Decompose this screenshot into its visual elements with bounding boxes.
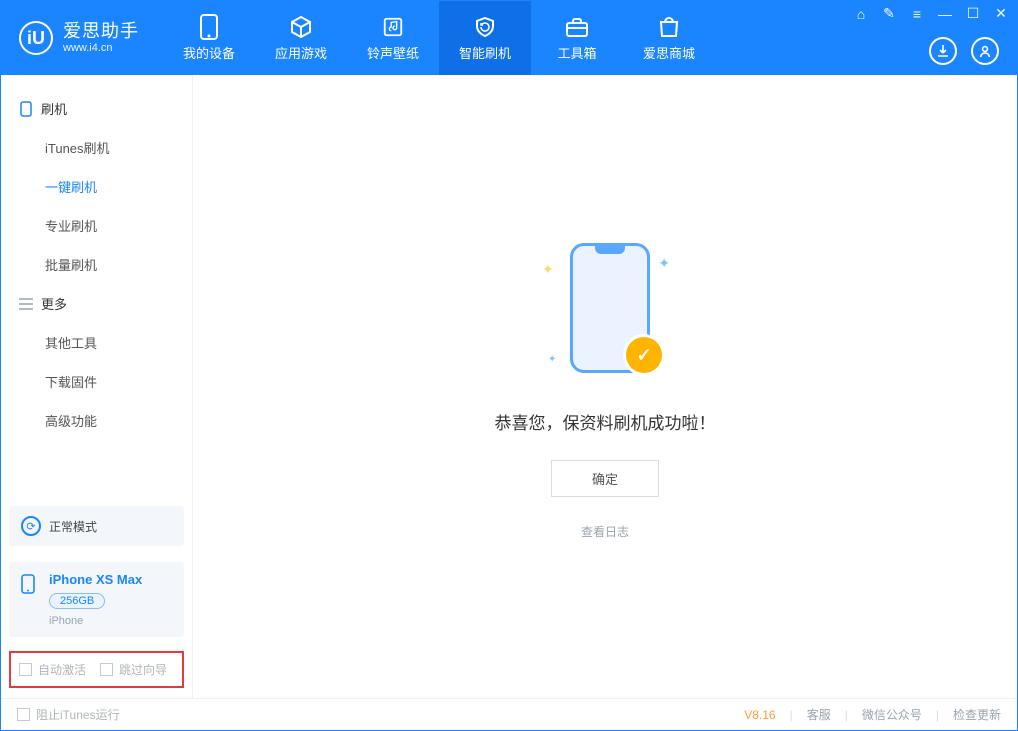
checkbox-label: 跳过向导	[119, 663, 167, 677]
success-message: 恭喜您，保资料刷机成功啦！	[495, 409, 716, 434]
success-check-icon: ✓	[626, 337, 662, 373]
titlebar: iU 爱思助手 www.i4.cn 我的设备 应用游戏	[1, 1, 1017, 75]
device-capacity: 256GB	[49, 593, 105, 609]
refresh-shield-icon	[473, 15, 497, 39]
sidebar-item-itunes-flash[interactable]: iTunes刷机	[1, 128, 192, 167]
mode-label: 正常模式	[49, 518, 97, 535]
brand-subtitle: www.i4.cn	[63, 42, 139, 54]
view-log-link[interactable]: 查看日志	[581, 523, 629, 540]
sidebar-item-download-firmware[interactable]: 下载固件	[1, 362, 192, 401]
checkbox-icon	[19, 663, 32, 676]
ok-button[interactable]: 确定	[551, 460, 659, 497]
maximize-button[interactable]: ☐	[965, 5, 981, 22]
tab-smart-flash[interactable]: 智能刷机	[439, 1, 531, 75]
tab-apps-games[interactable]: 应用游戏	[255, 1, 347, 75]
download-icon	[936, 44, 950, 58]
mode-card[interactable]: ⟳ 正常模式	[9, 506, 184, 546]
mode-icon: ⟳	[21, 516, 41, 536]
checkbox-icon	[17, 708, 30, 721]
separator: |	[845, 708, 848, 722]
body: 刷机 iTunes刷机 一键刷机 专业刷机 批量刷机 更多 其他工具 下载固件 …	[1, 75, 1017, 698]
main-tabs: 我的设备 应用游戏 铃声壁纸 智能刷机	[163, 1, 715, 75]
sidebar-section-more: 更多	[1, 284, 192, 323]
sparkle-icon: ✦	[658, 255, 670, 272]
device-name: iPhone XS Max	[49, 572, 142, 587]
tab-label: 应用游戏	[275, 43, 327, 62]
link-wechat[interactable]: 微信公众号	[862, 706, 922, 723]
sidebar: 刷机 iTunes刷机 一键刷机 专业刷机 批量刷机 更多 其他工具 下载固件 …	[1, 75, 193, 698]
minimize-button[interactable]: —	[937, 6, 953, 22]
device-type: iPhone	[49, 615, 142, 627]
device-phone-icon	[21, 574, 39, 592]
sidebar-item-pro-flash[interactable]: 专业刷机	[1, 206, 192, 245]
brand-logo-icon: iU	[19, 21, 53, 55]
device-icon	[197, 15, 221, 39]
tab-label: 爱思商城	[643, 43, 695, 62]
toolbox-icon	[565, 15, 589, 39]
brand-title: 爱思助手	[63, 22, 139, 42]
separator: |	[790, 708, 793, 722]
success-illustration: ✦ ✦ ✦ ✓	[540, 233, 670, 383]
sidebar-item-advanced[interactable]: 高级功能	[1, 401, 192, 440]
checkbox-auto-activate[interactable]: 自动激活	[19, 661, 86, 678]
close-button[interactable]: ✕	[993, 5, 1009, 22]
tab-label: 我的设备	[183, 43, 235, 62]
tab-label: 工具箱	[557, 43, 596, 62]
sidebar-section-title: 更多	[41, 294, 67, 313]
sparkle-icon: ✦	[548, 354, 556, 365]
flash-options-highlight: 自动激活 跳过向导	[9, 651, 184, 688]
sidebar-item-oneclick-flash[interactable]: 一键刷机	[1, 167, 192, 206]
header-actions	[929, 37, 999, 65]
sidebar-section-title: 刷机	[41, 99, 67, 118]
sidebar-section-flash: 刷机	[1, 89, 192, 128]
music-folder-icon	[381, 15, 405, 39]
sidebar-item-other-tools[interactable]: 其他工具	[1, 323, 192, 362]
statusbar: 阻止iTunes运行 V8.16 | 客服 | 微信公众号 | 检查更新	[1, 698, 1017, 730]
cube-icon	[289, 15, 313, 39]
separator: |	[936, 708, 939, 722]
device-info: iPhone XS Max 256GB iPhone	[49, 572, 142, 627]
tab-ringtones-wallpapers[interactable]: 铃声壁纸	[347, 1, 439, 75]
device-card[interactable]: iPhone XS Max 256GB iPhone	[9, 562, 184, 637]
checkbox-icon	[100, 663, 113, 676]
sparkle-icon: ✦	[542, 261, 554, 278]
tab-toolbox[interactable]: 工具箱	[531, 1, 623, 75]
phone-icon	[19, 102, 33, 116]
checkbox-label: 阻止iTunes运行	[36, 708, 120, 722]
menu-icon[interactable]: ≡	[909, 6, 925, 22]
statusbar-right: V8.16 | 客服 | 微信公众号 | 检查更新	[744, 706, 1001, 723]
link-support[interactable]: 客服	[807, 706, 831, 723]
link-check-update[interactable]: 检查更新	[953, 706, 1001, 723]
user-button[interactable]	[971, 37, 999, 65]
tab-label: 智能刷机	[459, 43, 511, 62]
brand: iU 爱思助手 www.i4.cn	[1, 1, 157, 75]
shirt-icon[interactable]: ⌂	[853, 6, 869, 22]
sidebar-item-batch-flash[interactable]: 批量刷机	[1, 245, 192, 284]
user-icon	[978, 44, 992, 58]
list-icon	[19, 297, 33, 311]
bag-icon	[657, 15, 681, 39]
app-window: iU 爱思助手 www.i4.cn 我的设备 应用游戏	[0, 0, 1018, 731]
feedback-icon[interactable]: ✎	[881, 5, 897, 22]
version-label: V8.16	[744, 708, 775, 722]
brand-logo-text: iU	[27, 28, 45, 49]
checkbox-label: 自动激活	[38, 663, 86, 677]
tab-my-device[interactable]: 我的设备	[163, 1, 255, 75]
tab-label: 铃声壁纸	[367, 43, 419, 62]
checkbox-block-itunes[interactable]: 阻止iTunes运行	[17, 706, 120, 723]
tab-store[interactable]: 爱思商城	[623, 1, 715, 75]
download-button[interactable]	[929, 37, 957, 65]
statusbar-left: 阻止iTunes运行	[17, 706, 120, 723]
brand-text: 爱思助手 www.i4.cn	[63, 22, 139, 54]
main-content: ✦ ✦ ✦ ✓ 恭喜您，保资料刷机成功啦！ 确定 查看日志	[193, 75, 1017, 698]
window-controls: ⌂ ✎ ≡ — ☐ ✕	[853, 5, 1009, 22]
checkbox-skip-guide[interactable]: 跳过向导	[100, 661, 167, 678]
